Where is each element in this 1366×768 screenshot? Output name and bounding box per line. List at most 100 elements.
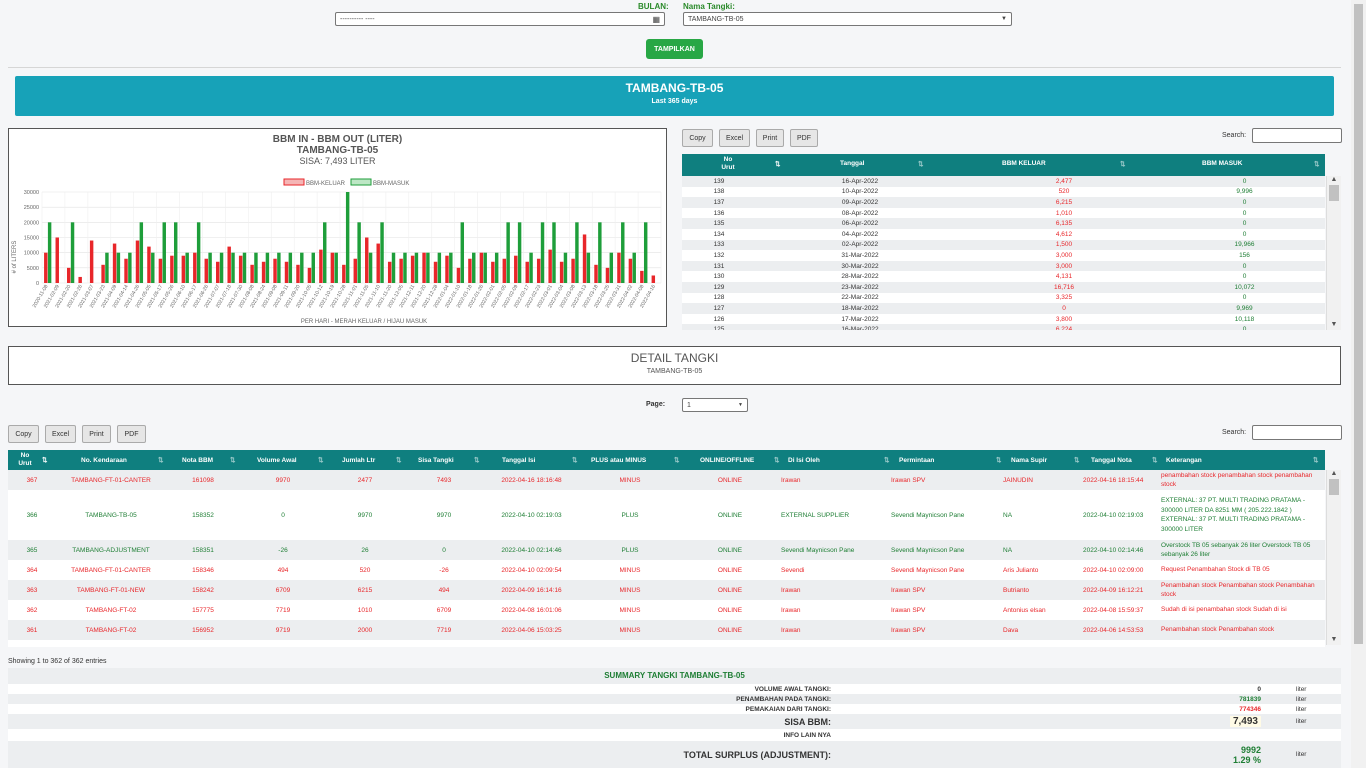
summary-value: 0 <box>1257 685 1261 693</box>
bar-masuk <box>426 252 430 283</box>
bar-keluar <box>536 258 541 283</box>
table1-row[interactable]: 128 22-Mar-2022 3,325 0 <box>682 293 1325 304</box>
th-bbm-keluar[interactable]: BBM KELUAR <box>1002 160 1046 167</box>
table1-row[interactable]: 126 17-Mar-2022 3,800 10,118 <box>682 314 1325 325</box>
th-keterangan[interactable]: Keterangan <box>1166 457 1202 464</box>
summary-label: TOTAL SURPLUS (ADJUSTMENT): <box>683 749 832 760</box>
scroll-down-icon[interactable]: ▼ <box>1327 321 1341 328</box>
calendar-icon[interactable]: ▦ <box>652 15 660 24</box>
table1-row[interactable]: 137 09-Apr-2022 6,215 0 <box>682 197 1325 208</box>
scroll-up-icon[interactable]: ▲ <box>1327 176 1341 183</box>
th-di-isi-oleh[interactable]: Di Isi Oleh <box>788 457 820 464</box>
th-tanggal-isi[interactable]: Tanggal Isi <box>502 457 535 464</box>
copy-button[interactable]: Copy <box>8 425 39 443</box>
pdf-button[interactable]: PDF <box>790 129 818 147</box>
table2-row[interactable]: 365 TAMBANG-ADJUSTMENT 158351 -26 26 0 2022-04… <box>8 540 1325 560</box>
th-nama-supir[interactable]: Nama Supir <box>1011 457 1047 464</box>
table1-row[interactable]: 130 28-Mar-2022 4,131 0 <box>682 271 1325 282</box>
table1-row[interactable]: 133 02-Apr-2022 1,500 19,966 <box>682 239 1325 251</box>
th-tanggal[interactable]: Tanggal <box>840 160 864 167</box>
th-bbm-masuk[interactable]: BBM MASUK <box>1202 160 1242 167</box>
table1-search-input[interactable] <box>1252 128 1342 143</box>
cell-online-offline: ONLINE <box>717 606 743 614</box>
bar-keluar <box>525 261 529 283</box>
table2-row[interactable]: 363 TAMBANG-FT-01-NEW 158242 6709 6215 494 202… <box>8 580 1325 600</box>
table1: 139 16-Apr-2022 2,477 0 138 10-Apr-2022 520 9,9… <box>682 176 1325 330</box>
tampilkan-button[interactable]: TAMPILKAN <box>646 39 703 59</box>
bar-masuk <box>185 252 189 283</box>
bar-keluar <box>44 252 48 283</box>
copy-button[interactable]: Copy <box>682 129 713 147</box>
bar-masuk <box>598 222 602 283</box>
th-no-urut[interactable]: No Urut <box>718 156 738 172</box>
cell-tanggal: 09-Apr-2022 <box>841 198 879 206</box>
th-no-urut[interactable]: No Urut <box>16 452 34 468</box>
cell-no-urut: 365 <box>26 546 38 554</box>
table1-scrollbar[interactable]: ▲ ▼ <box>1326 176 1341 330</box>
bar-masuk <box>403 252 407 283</box>
bar-masuk <box>391 252 396 283</box>
chart-footer: PER HARI - MERAH KELUAR / HIJAU MASUK <box>301 319 427 325</box>
scroll-thumb[interactable] <box>1329 479 1339 495</box>
table1-row[interactable]: 134 04-Apr-2022 4,612 0 <box>682 229 1325 240</box>
th-nota-bbm[interactable]: Nota BBM <box>182 457 213 464</box>
table1-row[interactable]: 125 16-Mar-2022 6,224 0 <box>682 324 1325 330</box>
bar-keluar <box>468 258 472 283</box>
bar-masuk <box>552 222 556 283</box>
table1-row[interactable]: 135 06-Apr-2022 6,135 0 <box>682 218 1325 229</box>
print-button[interactable]: Print <box>756 129 784 147</box>
th-jumlah-ltr[interactable]: Jumlah Ltr <box>342 457 375 464</box>
y-tick-label: 0 <box>36 281 39 287</box>
tangki-select[interactable]: TAMBANG-TB-05 ▼ <box>683 12 1012 26</box>
th-sisa-tangki[interactable]: Sisa Tangki <box>418 457 454 464</box>
th-plus-minus[interactable]: PLUS atau MINUS <box>591 457 646 464</box>
table2-scrollbar[interactable]: ▲ ▼ <box>1326 470 1341 645</box>
bar-keluar <box>250 264 254 283</box>
cell-no-urut: 362 <box>26 606 38 614</box>
scroll-thumb[interactable] <box>1329 185 1339 201</box>
table1-row[interactable]: 129 23-Mar-2022 16,716 10,072 <box>682 281 1325 293</box>
bar-masuk <box>47 222 52 283</box>
table2-row[interactable]: 366 TAMBANG-TB-05 158352 0 9970 9970 2022-04-1… <box>8 490 1325 540</box>
page-select[interactable]: 1 ▼ <box>682 398 748 412</box>
bar-masuk <box>632 252 636 283</box>
th-permintaan[interactable]: Permintaan <box>899 457 934 464</box>
print-button[interactable]: Print <box>82 425 111 443</box>
bar-masuk <box>437 252 442 283</box>
bar-masuk <box>414 252 419 283</box>
pdf-button[interactable]: PDF <box>117 425 146 443</box>
bar-keluar <box>55 237 59 283</box>
th-no-kendaraan[interactable]: No. Kendaraan <box>81 457 127 464</box>
page-scroll-thumb[interactable] <box>1354 4 1363 644</box>
bar-masuk <box>483 252 487 283</box>
table1-row[interactable]: 136 08-Apr-2022 1,010 0 <box>682 208 1325 219</box>
scroll-up-icon[interactable]: ▲ <box>1327 470 1341 477</box>
th-online-offline[interactable]: ONLINE/OFFLINE <box>700 457 754 464</box>
cell-bbm-keluar: 3,325 <box>1055 294 1073 302</box>
cell-jumlah-ltr: 2000 <box>357 626 373 634</box>
table2-row[interactable]: 364 TAMBANG-FT-01-CANTER 158346 494 520 -26 20… <box>8 560 1325 580</box>
excel-button[interactable]: Excel <box>719 129 750 147</box>
legend-masuk-swatch <box>350 178 372 186</box>
table2-row[interactable]: 367 TAMBANG-FT-01-CANTER 161098 9970 2477 749… <box>8 470 1325 490</box>
table1-row[interactable]: 132 31-Mar-2022 3,000 156 <box>682 250 1325 261</box>
table1-row[interactable]: 139 16-Apr-2022 2,477 0 <box>682 176 1325 187</box>
sort-icon: ⇅ <box>1314 161 1320 168</box>
table1-row[interactable]: 138 10-Apr-2022 520 9,996 <box>682 187 1325 198</box>
table1-row[interactable]: 131 30-Mar-2022 3,000 0 <box>682 260 1325 272</box>
cell-no-urut: 131 <box>713 262 725 270</box>
page-scrollbar[interactable] <box>1351 0 1366 768</box>
table1-row[interactable]: 127 18-Mar-2022 0 9,969 <box>682 303 1325 314</box>
table2-row[interactable]: 362 TAMBANG-FT-02 157775 7719 1010 6709 2022-0… <box>8 600 1325 620</box>
cell-nota-bbm: 156952 <box>192 626 214 634</box>
excel-button[interactable]: Excel <box>45 425 76 443</box>
bulan-input[interactable]: ---------- ---- ▦ <box>335 12 665 26</box>
table2-row[interactable]: 361 TAMBANG-FT-02 156952 9719 2000 7719 2022-0… <box>8 620 1325 640</box>
table2-search-input[interactable] <box>1252 425 1342 440</box>
th-tanggal-nota[interactable]: Tanggal Nota <box>1091 457 1132 464</box>
scroll-down-icon[interactable]: ▼ <box>1327 636 1341 643</box>
cell-online-offline: ONLINE <box>717 626 743 634</box>
th-volume-awal[interactable]: Volume Awal <box>257 457 297 464</box>
bar-masuk <box>575 222 579 283</box>
cell-no-urut: 130 <box>713 273 725 281</box>
